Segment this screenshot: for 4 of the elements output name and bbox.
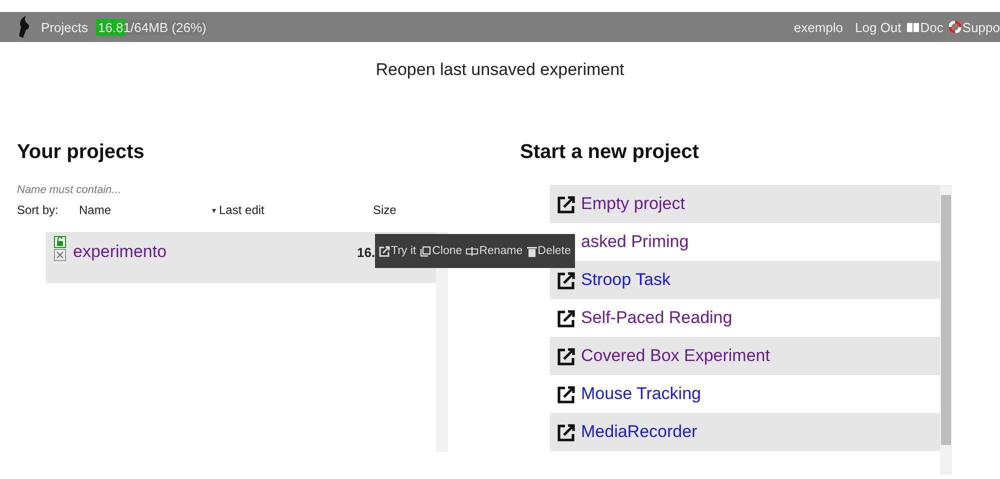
project-size: 16. bbox=[357, 245, 376, 260]
section-heading: Your projects bbox=[17, 142, 146, 165]
section-heading: Start a new project bbox=[520, 142, 700, 165]
sort-label: Sort by: bbox=[17, 203, 58, 217]
